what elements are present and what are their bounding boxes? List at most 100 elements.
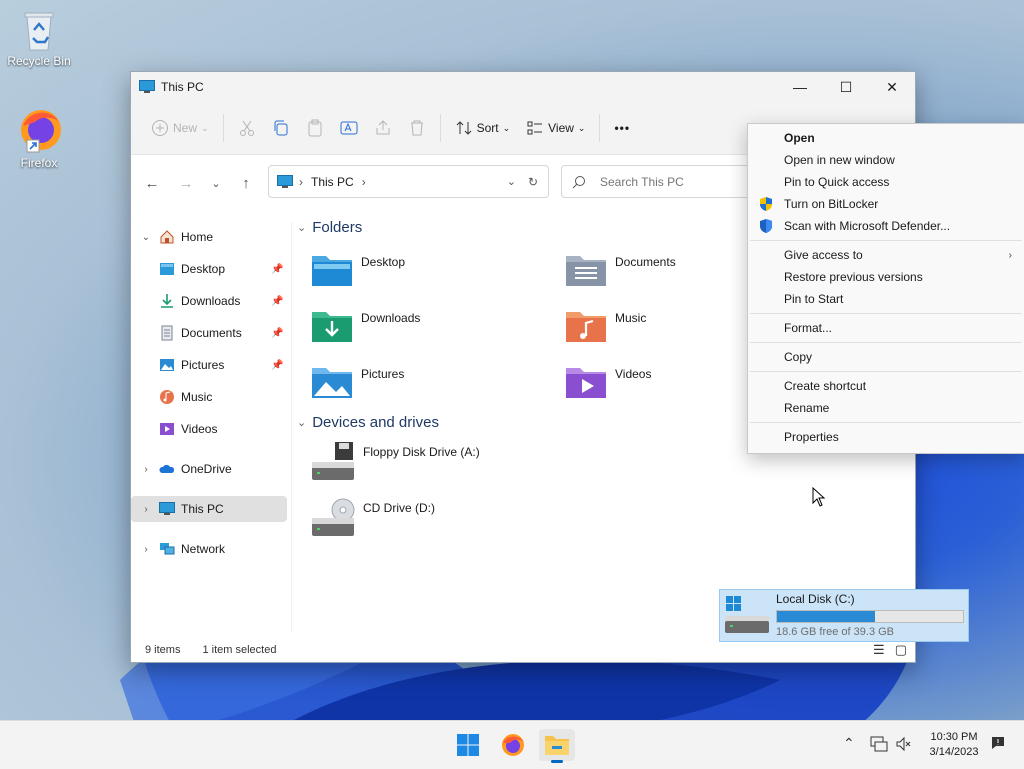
menu-item-give-access[interactable]: Give access to › <box>748 244 1024 266</box>
menu-item-bitlocker[interactable]: Turn on BitLocker <box>748 193 1024 215</box>
breadcrumb-this-pc[interactable]: This PC <box>311 175 354 189</box>
desktop-folder-icon <box>160 263 174 275</box>
menu-item-open-new-window[interactable]: Open in new window <box>748 149 1024 171</box>
mouse-cursor-icon <box>812 487 826 507</box>
folder-tile-documents[interactable]: Documents <box>565 252 676 288</box>
share-button[interactable] <box>366 112 400 144</box>
view-list-icon <box>527 121 543 135</box>
notification-icon[interactable] <box>990 735 1006 751</box>
forward-button[interactable]: → <box>171 168 201 198</box>
menu-item-defender-scan[interactable]: Scan with Microsoft Defender... <box>748 215 1024 237</box>
back-button[interactable]: ← <box>137 168 167 198</box>
new-label: New <box>173 121 198 135</box>
network-icon[interactable] <box>870 736 888 752</box>
recent-locations-button[interactable]: ⌄ <box>201 168 231 198</box>
delete-button[interactable] <box>400 112 434 144</box>
section-title: Folders <box>312 219 363 236</box>
show-hidden-icons-chevron-up-icon[interactable]: ⌃ <box>843 735 855 752</box>
sidebar-item-network[interactable]: › Network <box>131 536 287 562</box>
drive-tile-cd[interactable]: CD Drive (D:) <box>311 498 435 538</box>
menu-separator <box>750 313 1022 314</box>
copy-icon <box>274 120 288 136</box>
firefox-icon <box>21 110 61 153</box>
folder-tile-downloads[interactable]: Downloads <box>311 308 420 344</box>
folder-label: Music <box>615 311 647 325</box>
folder-label: Desktop <box>361 255 406 269</box>
address-dropdown-icon[interactable]: ⌄ <box>507 175 516 188</box>
chevron-right-icon[interactable]: › <box>139 544 153 555</box>
section-header-folders[interactable]: ⌄ Folders <box>297 219 362 236</box>
uac-shield-icon <box>760 197 772 211</box>
sidebar-item-documents[interactable]: Documents 📌 <box>153 320 287 346</box>
sidebar-item-home[interactable]: ⌄ Home <box>131 224 287 250</box>
clock-time: 10:30 PM <box>930 731 978 743</box>
sidebar-item-desktop[interactable]: Desktop 📌 <box>153 256 287 282</box>
details-view-icon[interactable]: ☰ <box>873 642 885 658</box>
paste-button[interactable] <box>298 112 332 144</box>
folder-tile-videos[interactable]: Videos <box>565 364 651 400</box>
close-button[interactable]: ✕ <box>869 72 915 102</box>
menu-item-open[interactable]: Open <box>748 127 1024 149</box>
more-options-button[interactable]: ••• <box>606 112 638 144</box>
menu-item-properties[interactable]: Properties <box>748 426 1024 448</box>
menu-item-pin-quick-access[interactable]: Pin to Quick access <box>748 171 1024 193</box>
menu-separator <box>750 342 1022 343</box>
windows-logo-icon <box>457 734 479 756</box>
speaker-muted-icon[interactable] <box>895 736 911 752</box>
start-button[interactable] <box>450 729 486 761</box>
menu-item-rename[interactable]: Rename <box>748 397 1024 419</box>
section-header-devices[interactable]: ⌄ Devices and drives <box>297 414 439 431</box>
this-pc-icon <box>277 174 293 188</box>
music-folder-icon <box>566 312 606 342</box>
chevron-right-icon: › <box>1008 249 1012 261</box>
rename-button[interactable] <box>332 112 366 144</box>
chevron-down-icon: ⌄ <box>502 122 511 133</box>
taskbar-file-explorer[interactable] <box>539 729 575 763</box>
menu-item-restore-versions[interactable]: Restore previous versions <box>748 266 1024 288</box>
minimize-button[interactable]: — <box>777 72 823 102</box>
menu-separator <box>750 371 1022 372</box>
title-bar[interactable]: This PC — ☐ ✕ <box>131 72 915 102</box>
sidebar-item-pictures[interactable]: Pictures 📌 <box>153 352 287 378</box>
arrow-up-icon: ↑ <box>242 174 250 192</box>
menu-item-format[interactable]: Format... <box>748 317 1024 339</box>
copy-button[interactable] <box>264 112 298 144</box>
clock[interactable]: 10:30 PM 3/14/2023 <box>922 730 986 760</box>
document-icon <box>161 325 173 341</box>
view-button[interactable]: View ⌄ <box>518 112 593 144</box>
defender-shield-icon <box>760 219 772 233</box>
sidebar-item-label: Pictures <box>181 358 225 372</box>
taskbar-firefox[interactable] <box>495 729 531 761</box>
folder-tile-pictures[interactable]: Pictures <box>311 364 404 400</box>
sort-button[interactable]: Sort ⌄ <box>447 112 519 144</box>
address-bar[interactable]: › This PC › ⌄ ↻ <box>268 165 549 198</box>
refresh-icon[interactable]: ↻ <box>528 175 538 189</box>
drive-tile-floppy[interactable]: Floppy Disk Drive (A:) <box>311 442 480 482</box>
folder-label: Documents <box>615 255 676 269</box>
clock-date: 3/14/2023 <box>929 746 979 758</box>
chevron-right-icon[interactable]: › <box>139 464 153 475</box>
sidebar-item-this-pc[interactable]: › This PC <box>131 496 287 522</box>
cut-button[interactable] <box>230 112 264 144</box>
desktop-icon-recycle-bin[interactable]: Recycle Bin <box>1 8 77 68</box>
drive-tile-local-disk-c[interactable]: Local Disk (C:) 18.6 GB free of 39.3 GB <box>719 589 969 642</box>
chevron-right-icon[interactable]: › <box>139 504 153 515</box>
sidebar-item-downloads[interactable]: Downloads 📌 <box>153 288 287 314</box>
sidebar-item-music[interactable]: Music <box>153 384 287 410</box>
sidebar-item-onedrive[interactable]: › OneDrive <box>131 456 287 482</box>
chevron-down-icon[interactable]: ⌄ <box>139 232 153 243</box>
new-button[interactable]: New ⌄ <box>143 112 217 144</box>
menu-item-create-shortcut[interactable]: Create shortcut <box>748 375 1024 397</box>
tiles-view-icon[interactable]: ▢ <box>895 642 907 658</box>
up-button[interactable]: ↑ <box>231 168 261 198</box>
desktop-icon-firefox[interactable]: Firefox <box>1 104 77 170</box>
cd-drive-icon <box>312 498 355 536</box>
sidebar-item-videos[interactable]: Videos <box>153 416 287 442</box>
folder-tile-desktop[interactable]: Desktop <box>311 252 405 288</box>
maximize-button[interactable]: ☐ <box>823 72 869 102</box>
folder-tile-music[interactable]: Music <box>565 308 646 344</box>
desktop-folder-icon <box>312 256 352 286</box>
menu-item-pin-start[interactable]: Pin to Start <box>748 288 1024 310</box>
menu-item-copy[interactable]: Copy <box>748 346 1024 368</box>
window-title: This PC <box>161 80 204 94</box>
